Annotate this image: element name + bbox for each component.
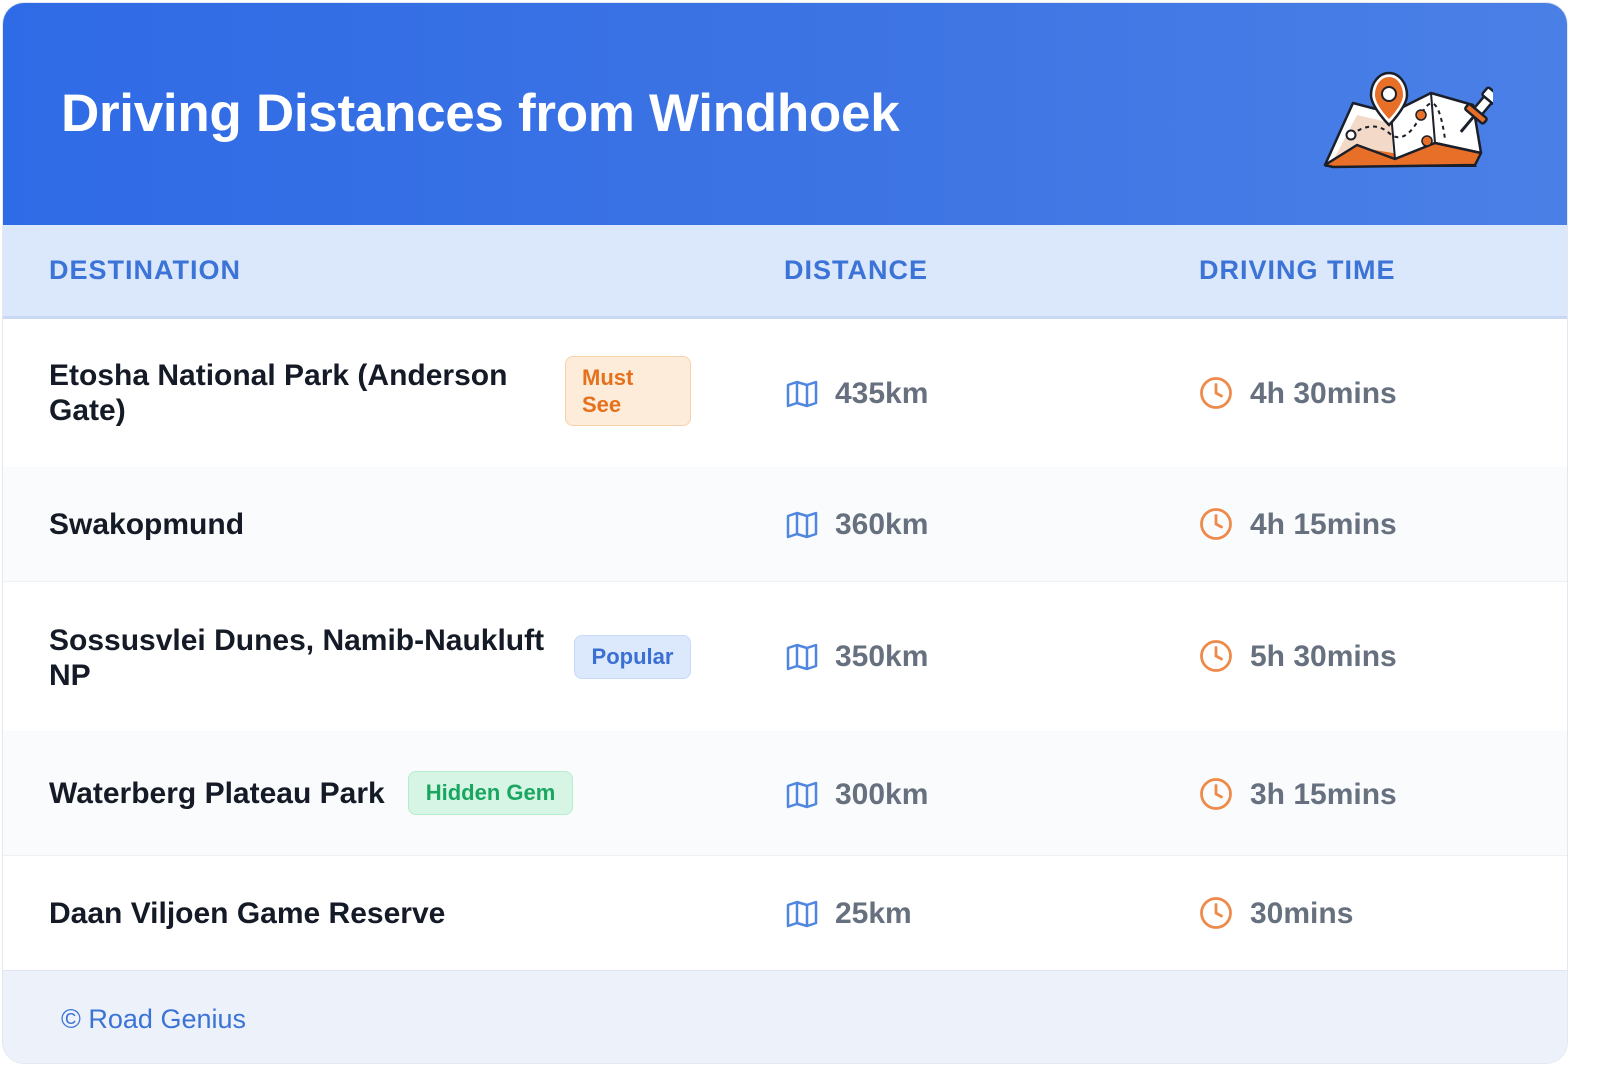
copyright-text: © Road Genius (61, 1004, 246, 1034)
page-title: Driving Distances from Windhoek (61, 84, 900, 143)
table-row: Daan Viljoen Game Reserve 25km 30mins (3, 855, 1567, 970)
must-see-badge: Must See (565, 356, 691, 426)
map-with-pin-icon (1323, 71, 1493, 169)
distance-value: 300km (835, 778, 929, 811)
driving-time-value: 3h 15mins (1250, 778, 1397, 811)
distance-value: 360km (835, 508, 929, 541)
destination-name: Sossusvlei Dunes, Namib-Naukluft NP (49, 624, 545, 692)
map-icon (786, 643, 818, 671)
column-header-destination: DESTINATION (49, 255, 241, 285)
card-header: Driving Distances from Windhoek (3, 3, 1567, 225)
driving-time-value: 4h 30mins (1250, 377, 1397, 410)
map-icon (786, 900, 818, 928)
table-row: Swakopmund 360km 4h 15mins (3, 467, 1567, 582)
destination-name: Etosha National Park (Anderson Gate) (49, 359, 508, 427)
hidden-gem-badge: Hidden Gem (408, 771, 573, 815)
distance-value: 25km (835, 897, 912, 930)
clock-icon (1200, 508, 1232, 540)
driving-time-value: 4h 15mins (1250, 508, 1397, 541)
table-row: Waterberg Plateau Park Hidden Gem 300km … (3, 731, 1567, 856)
popular-badge: Popular (574, 635, 691, 679)
driving-time-value: 5h 30mins (1250, 640, 1397, 673)
column-header-driving-time: DRIVING TIME (1199, 255, 1396, 285)
map-icon (786, 781, 818, 809)
table-row: Etosha National Park (Anderson Gate) Mus… (3, 319, 1567, 468)
map-icon (786, 511, 818, 539)
card-footer: © Road Genius (3, 970, 1567, 1063)
clock-icon (1200, 778, 1232, 810)
driving-time-value: 30mins (1250, 897, 1354, 930)
clock-icon (1200, 640, 1232, 672)
column-header-distance: DISTANCE (784, 255, 929, 285)
table-row: Sossusvlei Dunes, Namib-Naukluft NP Popu… (3, 581, 1567, 732)
destination-name: Swakopmund (49, 508, 245, 541)
table-header: DESTINATION DISTANCE DRIVING TIME (3, 225, 1567, 319)
distance-value: 350km (835, 640, 929, 673)
distances-card: Driving Distances from Windhoek DESTINAT… (2, 2, 1568, 1064)
map-icon (786, 380, 818, 408)
destination-name: Daan Viljoen Game Reserve (49, 897, 446, 930)
clock-icon (1200, 377, 1232, 409)
destination-name: Waterberg Plateau Park (49, 777, 385, 810)
distance-value: 435km (835, 377, 929, 410)
clock-icon (1200, 897, 1232, 929)
